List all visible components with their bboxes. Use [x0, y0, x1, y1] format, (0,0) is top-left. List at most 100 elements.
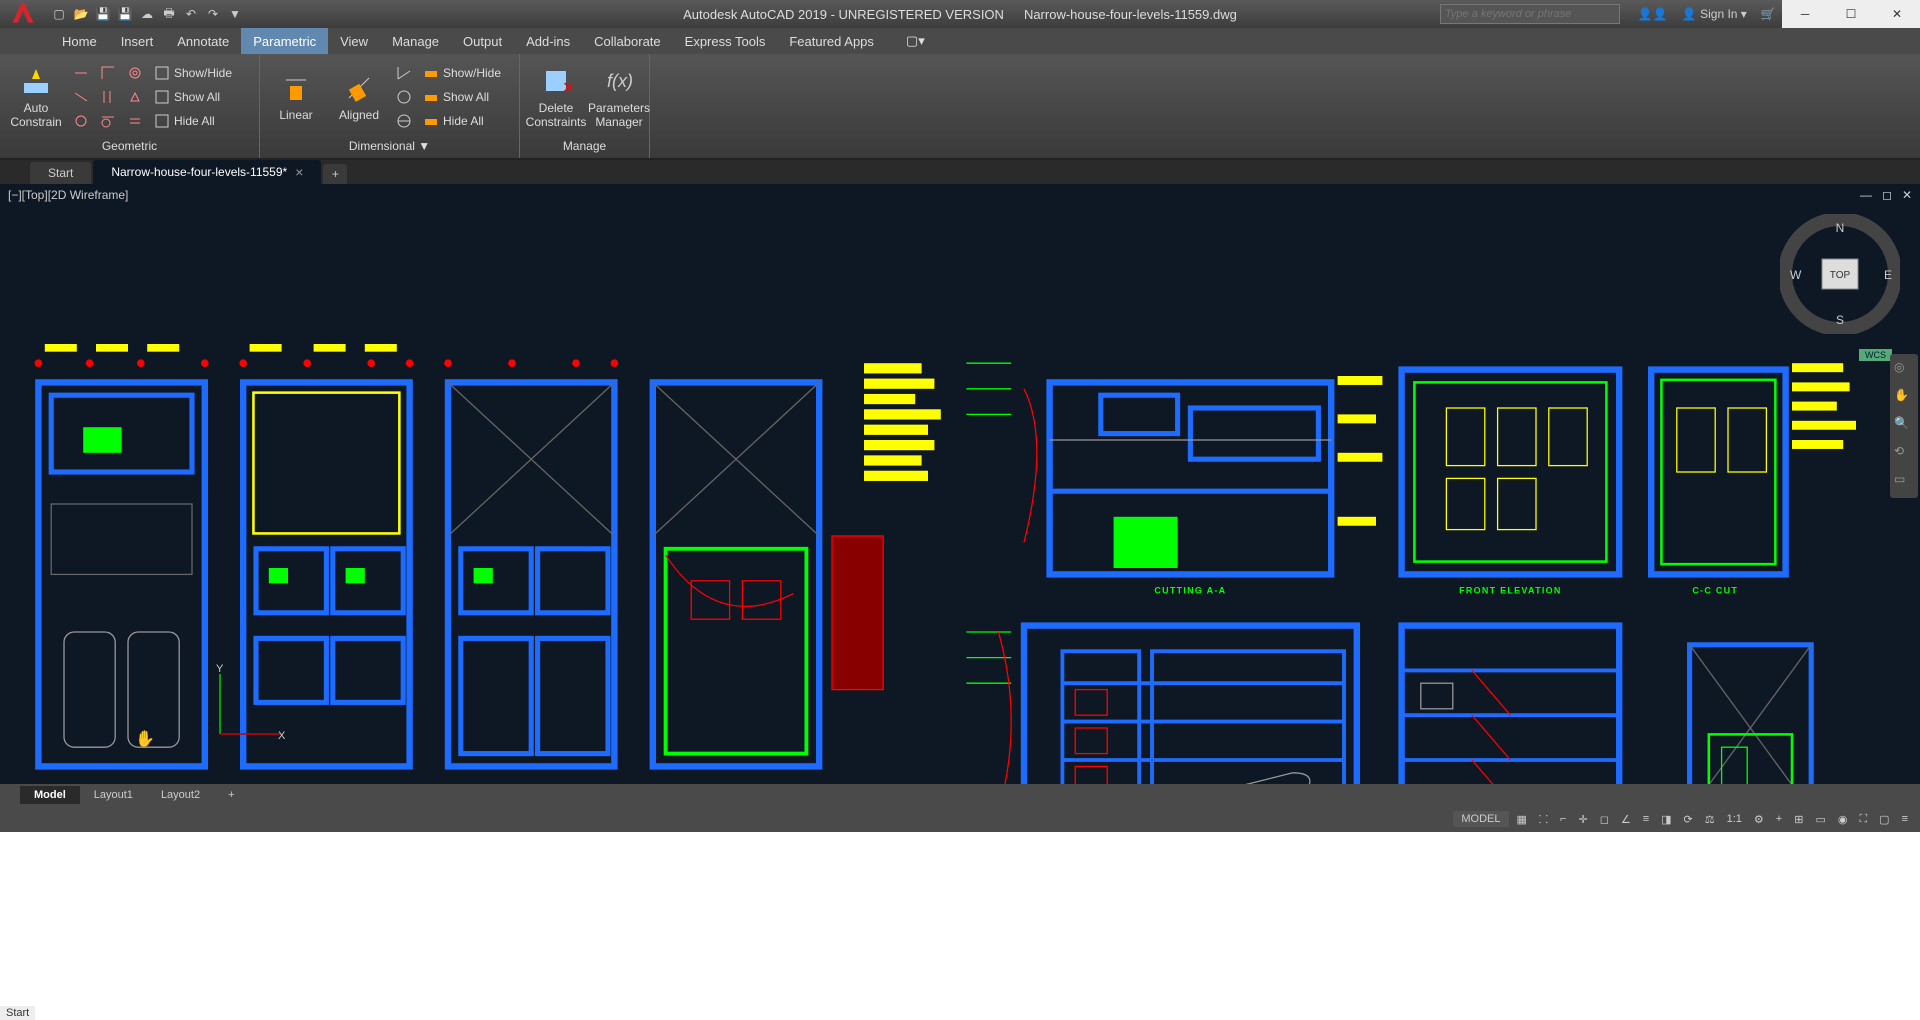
- otrack-icon[interactable]: ∠: [1617, 811, 1635, 828]
- geom-hideall[interactable]: Hide All: [150, 110, 236, 132]
- menu-home[interactable]: Home: [50, 28, 109, 54]
- menu-view[interactable]: View: [328, 28, 380, 54]
- geom-showall[interactable]: Show All: [150, 86, 236, 108]
- exchange-icon[interactable]: 🛒: [1761, 7, 1776, 21]
- search-input[interactable]: [1440, 4, 1620, 24]
- snap-icon[interactable]: ⸬: [1535, 810, 1552, 829]
- title-text: Autodesk AutoCAD 2019 - UNREGISTERED VER…: [683, 7, 1237, 22]
- menu-app-toggle[interactable]: ▢▾: [894, 28, 937, 54]
- ortho-icon[interactable]: ⌐: [1556, 811, 1570, 827]
- menu-annotate[interactable]: Annotate: [165, 28, 241, 54]
- ribbon-panel-geometric: Auto Constrain Show/Hide Show All Hide: [0, 54, 260, 158]
- dim-angular[interactable]: [392, 62, 416, 84]
- polar-icon[interactable]: ✛: [1574, 811, 1591, 828]
- constraint-perpendicular[interactable]: [96, 62, 120, 84]
- annoscale-icon[interactable]: ⚖: [1701, 811, 1719, 828]
- constraint-equal[interactable]: [123, 110, 147, 132]
- lineweight-icon[interactable]: ≡: [1639, 811, 1653, 827]
- saveas-icon[interactable]: 💾: [115, 4, 135, 24]
- linear-button[interactable]: Linear: [266, 57, 326, 137]
- tab-file[interactable]: Narrow-house-four-levels-11559*×: [93, 160, 321, 184]
- infocenter-icon[interactable]: 👤👤: [1638, 7, 1668, 21]
- svg-text:Y: Y: [216, 664, 224, 675]
- menu-manage[interactable]: Manage: [380, 28, 451, 54]
- qat-dropdown-icon[interactable]: ▼: [225, 4, 245, 24]
- plot-icon[interactable]: 🖶: [159, 4, 179, 24]
- dim-diameter[interactable]: [392, 110, 416, 132]
- web-icon[interactable]: ☁: [137, 4, 157, 24]
- dim-hideall[interactable]: Hide All: [419, 110, 505, 132]
- annomonitor-icon[interactable]: +: [1772, 811, 1786, 827]
- open-icon[interactable]: 📂: [71, 4, 91, 24]
- svg-text:✕: ✕: [562, 80, 572, 97]
- signin-button[interactable]: 👤 Sign In ▾: [1682, 7, 1747, 21]
- dim-showall[interactable]: Show All: [419, 86, 505, 108]
- panel-label-geometric[interactable]: Geometric: [6, 137, 253, 155]
- dim-showhide[interactable]: Show/Hide: [419, 62, 505, 84]
- svg-text:f(x): f(x): [607, 71, 633, 91]
- pan-cursor-icon: ✋: [135, 729, 155, 749]
- layout-tabs: Model Layout1 Layout2 +: [0, 784, 1920, 806]
- constraint-collinear[interactable]: [69, 86, 93, 108]
- layout-model[interactable]: Model: [20, 786, 80, 804]
- geom-showhide[interactable]: Show/Hide: [150, 62, 236, 84]
- layout-1[interactable]: Layout1: [80, 786, 147, 804]
- constraint-tangent[interactable]: [96, 110, 120, 132]
- aligned-button[interactable]: Aligned: [329, 57, 389, 137]
- file-title: Narrow-house-four-levels-11559.dwg: [1024, 7, 1237, 22]
- workspace-icon[interactable]: ⚙: [1750, 811, 1768, 828]
- undo-icon[interactable]: ↶: [181, 4, 201, 24]
- minimize-button[interactable]: ─: [1782, 0, 1828, 28]
- tab-add-button[interactable]: +: [323, 164, 347, 184]
- transparency-icon[interactable]: ◨: [1657, 811, 1675, 828]
- isolate-icon[interactable]: ◉: [1834, 811, 1852, 828]
- redo-icon[interactable]: ↷: [203, 4, 223, 24]
- constraint-horizontal[interactable]: [123, 62, 147, 84]
- app-title: Autodesk AutoCAD 2019 - UNREGISTERED VER…: [683, 7, 1004, 22]
- grid-icon[interactable]: ▦: [1513, 811, 1531, 828]
- menu-collaborate[interactable]: Collaborate: [582, 28, 673, 54]
- menu-parametric[interactable]: Parametric: [241, 28, 328, 54]
- delete-constraints-button[interactable]: ✕ Delete Constraints: [526, 57, 586, 137]
- maximize-button[interactable]: ☐: [1828, 0, 1874, 28]
- save-icon[interactable]: 💾: [93, 4, 113, 24]
- scale-label[interactable]: 1:1: [1723, 811, 1746, 827]
- constraint-vertical[interactable]: [123, 86, 147, 108]
- panel-label-dimensional[interactable]: Dimensional ▼: [266, 137, 513, 155]
- constraint-concentric[interactable]: [69, 110, 93, 132]
- layout-add[interactable]: +: [214, 786, 248, 804]
- close-button[interactable]: ✕: [1874, 0, 1920, 28]
- menu-express[interactable]: Express Tools: [673, 28, 778, 54]
- app-icon[interactable]: [0, 0, 45, 28]
- ribbon-panel-manage: ✕ Delete Constraints f(x) Parameters Man…: [520, 54, 650, 158]
- menu-bar: Home Insert Annotate Parametric View Man…: [0, 28, 1920, 54]
- cleanscreen-icon[interactable]: ▢: [1875, 811, 1893, 828]
- quickprops-icon[interactable]: ▭: [1811, 811, 1829, 828]
- svg-text:FRONT ELEVATION: FRONT ELEVATION: [1459, 586, 1561, 596]
- cycling-icon[interactable]: ⟳: [1680, 811, 1697, 828]
- constraint-parallel[interactable]: [96, 86, 120, 108]
- tab-close-icon[interactable]: ×: [295, 164, 303, 180]
- menu-addins[interactable]: Add-ins: [514, 28, 582, 54]
- menu-output[interactable]: Output: [451, 28, 514, 54]
- hardware-icon[interactable]: ⛶: [1855, 811, 1871, 828]
- panel-label-manage[interactable]: Manage: [526, 137, 643, 155]
- osnap-icon[interactable]: ◻: [1596, 811, 1613, 828]
- parameters-manager-button[interactable]: f(x) Parameters Manager: [589, 57, 649, 137]
- autoconstrain-button[interactable]: Auto Constrain: [6, 57, 66, 137]
- title-bar: ▢ 📂 💾 💾 ☁ 🖶 ↶ ↷ ▼ Autodesk AutoCAD 2019 …: [0, 0, 1920, 28]
- units-icon[interactable]: ⊞: [1790, 811, 1807, 828]
- window-controls: ─ ☐ ✕: [1782, 0, 1920, 28]
- viewport[interactable]: [−][Top][2D Wireframe] — ◻ ✕ N S W E TOP…: [0, 184, 1920, 784]
- menu-insert[interactable]: Insert: [109, 28, 166, 54]
- status-model[interactable]: MODEL: [1453, 811, 1508, 827]
- ribbon-panel-dimensional: Linear Aligned Show/Hide Show All Hide A…: [260, 54, 520, 158]
- new-icon[interactable]: ▢: [49, 4, 69, 24]
- tab-start[interactable]: Start: [30, 162, 91, 184]
- layout-2[interactable]: Layout2: [147, 786, 214, 804]
- menu-featured[interactable]: Featured Apps: [777, 28, 886, 54]
- customize-icon[interactable]: ≡: [1898, 811, 1912, 827]
- status-bar: MODEL ▦ ⸬ ⌐ ✛ ◻ ∠ ≡ ◨ ⟳ ⚖ 1:1 ⚙ + ⊞ ▭ ◉ …: [0, 806, 1920, 832]
- constraint-coincident[interactable]: [69, 62, 93, 84]
- dim-radius[interactable]: [392, 86, 416, 108]
